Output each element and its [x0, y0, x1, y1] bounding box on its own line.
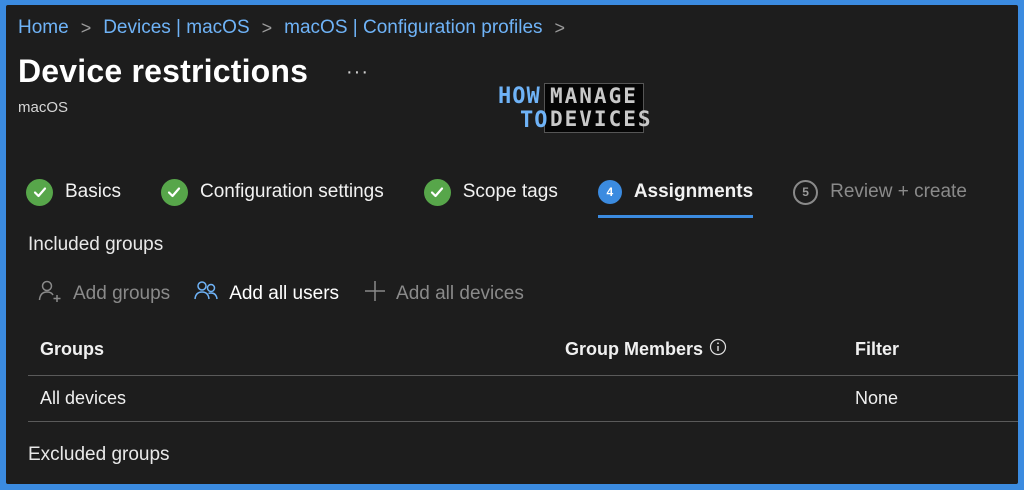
add-all-users-label: Add all users [229, 283, 340, 304]
table-row[interactable]: All devices None [28, 376, 1018, 422]
step-basics[interactable]: Basics [26, 170, 121, 214]
checkmark-icon [26, 178, 53, 206]
group-name-cell: All devices [40, 388, 127, 408]
add-all-devices-label: Add all devices [396, 283, 524, 304]
column-header-label: Group Members [565, 338, 704, 359]
active-step-indicator [597, 215, 754, 218]
add-all-devices-button[interactable]: Add all devices [363, 279, 524, 309]
people-icon [194, 279, 220, 309]
wizard-steps: Basics Configuration settings Scope tags… [26, 167, 1007, 218]
column-header-group-members: Group Members [565, 323, 727, 375]
column-header-filter: Filter [855, 338, 900, 359]
included-groups-heading: Included groups [28, 234, 164, 255]
step-label: Review + create [830, 181, 967, 202]
page-title: Device restrictions [18, 53, 309, 89]
logo-text-devices: DEVICES [550, 107, 653, 131]
add-person-icon [38, 279, 64, 309]
watermark-logo: HOW TO MANAGE DEVICES [496, 81, 651, 137]
logo-text-to: TO [520, 108, 549, 133]
breadcrumb-devices-macos[interactable]: Devices | macOS [103, 17, 249, 39]
step-number-badge: 5 [793, 179, 819, 205]
step-label: Scope tags [462, 181, 558, 202]
add-groups-label: Add groups [73, 283, 171, 304]
add-all-users-button[interactable]: Add all users [194, 279, 339, 309]
info-icon[interactable] [709, 338, 727, 361]
included-actions-toolbar: Add groups Add all users Add all devices [38, 279, 548, 309]
excluded-groups-heading: Excluded groups [28, 444, 170, 465]
breadcrumb-home[interactable]: Home [18, 17, 69, 39]
checkmark-icon [160, 178, 188, 206]
step-configuration-settings[interactable]: Configuration settings [160, 170, 384, 214]
breadcrumb: Home > Devices | macOS > macOS | Configu… [18, 11, 569, 45]
checkmark-icon [423, 178, 451, 206]
logo-text-how: HOW [498, 84, 541, 109]
page-subtitle: macOS [18, 99, 69, 116]
logo-text-manage: MANAGE [550, 84, 638, 108]
column-header-groups: Groups [40, 338, 105, 359]
step-label: Basics [65, 181, 121, 202]
filter-cell[interactable]: None [855, 376, 898, 421]
included-groups-table-header: Groups Group Members Filter [28, 323, 1018, 376]
plus-icon [363, 279, 387, 309]
step-scope-tags[interactable]: Scope tags [423, 170, 558, 214]
more-options-button[interactable]: ··· [346, 61, 369, 84]
breadcrumb-configuration-profiles[interactable]: macOS | Configuration profiles [284, 17, 542, 39]
portal-frame: Home > Devices | macOS > macOS | Configu… [6, 5, 1018, 484]
chevron-right-icon: > [80, 17, 92, 38]
chevron-right-icon: > [554, 17, 566, 38]
add-groups-button[interactable]: Add groups [38, 279, 170, 309]
step-review-create[interactable]: 5 Review + create [793, 170, 967, 214]
step-number-badge: 4 [597, 180, 622, 204]
chevron-right-icon: > [261, 17, 273, 38]
step-label: Assignments [633, 181, 754, 202]
step-label: Configuration settings [199, 181, 384, 202]
step-assignments[interactable]: 4 Assignments [597, 170, 754, 218]
